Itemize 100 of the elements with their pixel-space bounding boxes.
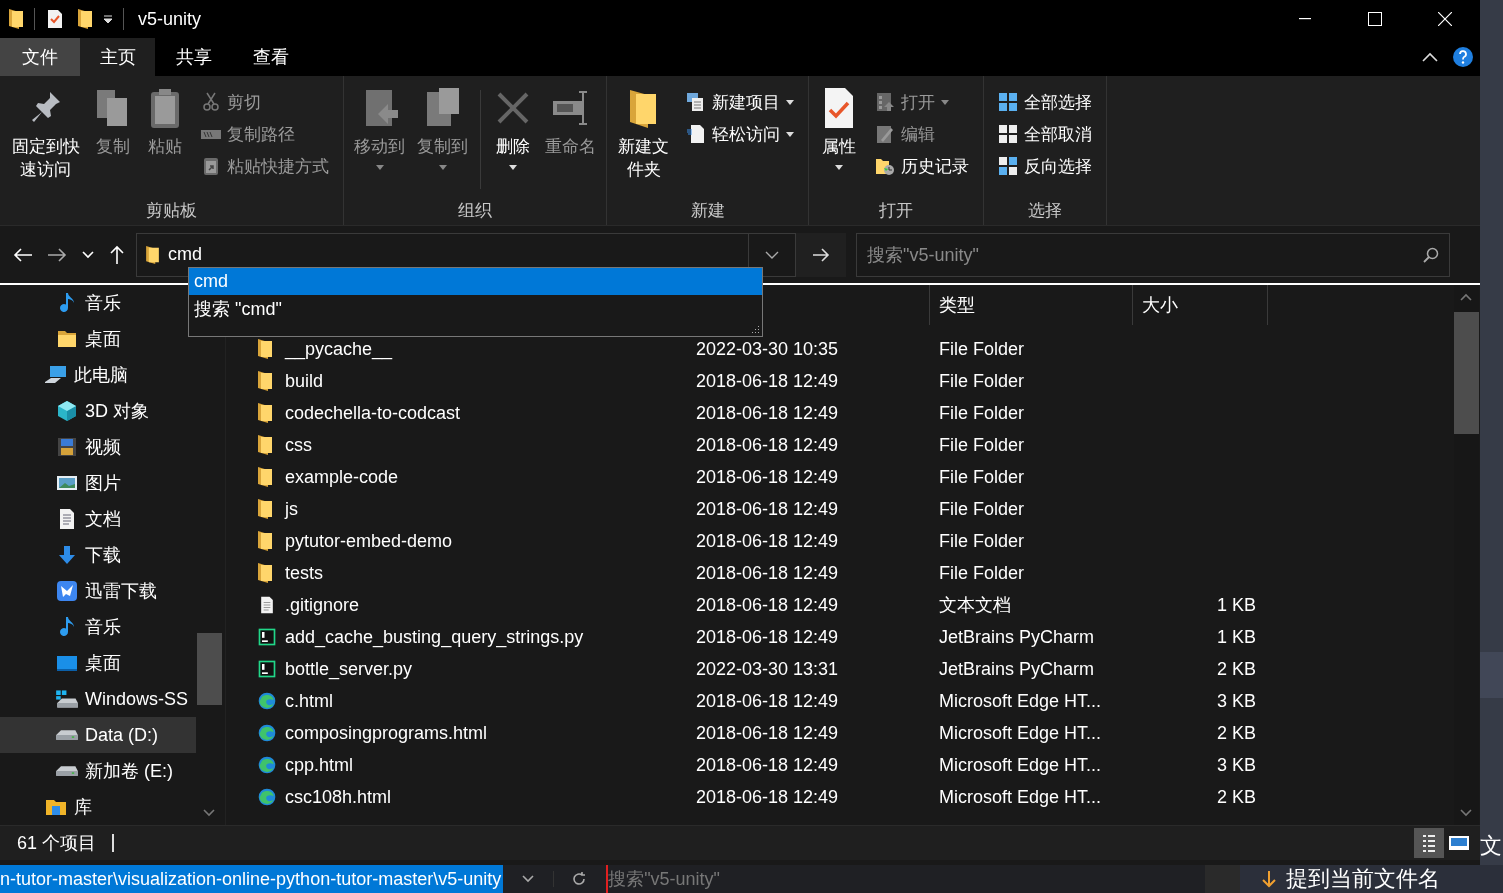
file-name[interactable]: tests [285, 562, 696, 584]
file-name[interactable]: composingprograms.html [285, 722, 696, 744]
file-size: 1 KB [1216, 626, 1256, 647]
folder-icon [257, 370, 273, 392]
file-name[interactable]: css [285, 434, 696, 456]
ribbon-command[interactable]: 轻松访问 [682, 118, 799, 150]
file-name[interactable]: codechella-to-codcast [285, 402, 696, 424]
sidebar-item[interactable]: 下载 [0, 537, 196, 573]
ribbon-tab[interactable]: 主页 [80, 38, 155, 76]
checklist-icon [45, 8, 65, 30]
file-name[interactable]: bottle_server.py [285, 658, 696, 680]
sidebar-item[interactable]: Windows-SS [0, 681, 196, 717]
ribbon-tab[interactable]: 文件 [0, 38, 80, 76]
pycharm-file-icon [257, 658, 277, 680]
chevron-down-icon[interactable] [522, 875, 535, 883]
group-label: 选择 [1027, 199, 1064, 222]
sidebar-item[interactable]: 音乐 [0, 609, 196, 645]
maximize-icon [1368, 12, 1382, 26]
ribbon-command[interactable]: 反向选择 [994, 150, 1097, 182]
search-icon [1423, 246, 1439, 263]
sidebar-item[interactable]: 视频 [0, 429, 196, 465]
ribbon-command[interactable]: 全部取消 [994, 118, 1097, 150]
file-size: 2 KB [1216, 722, 1256, 743]
ribbon-tab[interactable]: 共享 [155, 38, 232, 76]
customize-dropdown-icon[interactable] [103, 15, 113, 23]
file-name[interactable]: csc108h.html [285, 786, 696, 808]
suggestion-item[interactable]: 搜索 "cmd" [189, 295, 762, 322]
ribbon-command[interactable]: 属性 [813, 86, 866, 170]
chevron-down-icon[interactable] [765, 250, 779, 259]
ribbon-tab[interactable]: 查看 [232, 38, 309, 76]
date-modified: 2018-06-18 12:49 [696, 626, 840, 648]
pycharm-file-icon [257, 626, 277, 648]
file-name[interactable]: example-code [285, 466, 696, 488]
resize-grip-icon[interactable] [750, 324, 760, 334]
date-modified: 2018-06-18 12:49 [696, 466, 840, 488]
sidebar-item[interactable]: Data (D:) [0, 717, 196, 753]
file-name[interactable]: add_cache_busting_query_strings.py [285, 626, 696, 648]
sidebar-item[interactable]: 图片 [0, 465, 196, 501]
sidebar-item[interactable]: 桌面 [0, 645, 196, 681]
ribbon-command[interactable]: 固定到快速访问 [4, 86, 88, 182]
scissors-icon [201, 92, 222, 112]
chevron-down-icon [1460, 809, 1472, 817]
file-name[interactable]: .gitignore [285, 594, 696, 616]
refresh-icon[interactable] [571, 871, 588, 887]
date-modified: 2018-06-18 12:49 [696, 562, 840, 584]
sidebar-item[interactable]: 此电脑 [0, 357, 196, 393]
date-modified: 2022-03-30 10:35 [696, 338, 840, 360]
move-to-filename-button[interactable]: 提到当前文件名 [1240, 865, 1503, 893]
ribbon-command[interactable]: 全部选择 [994, 86, 1097, 118]
chevron-down-icon [82, 250, 94, 259]
file-name[interactable]: cpp.html [285, 754, 696, 776]
file-name[interactable]: pytutor-embed-demo [285, 530, 696, 552]
film-icon [55, 435, 79, 459]
file-name[interactable]: c.html [285, 690, 696, 712]
search-field[interactable]: 搜索"v5-unity" [608, 867, 1109, 891]
file-name[interactable]: build [285, 370, 696, 392]
suggestion-item[interactable]: cmd [189, 268, 762, 295]
sidebar-item[interactable]: 3D 对象 [0, 393, 196, 429]
file-name[interactable]: js [285, 498, 696, 520]
ribbon-command[interactable]: 新建文件夹 [611, 86, 677, 182]
sidebar-item[interactable]: 桌面 [0, 321, 196, 357]
file-type: File Folder [939, 530, 1026, 552]
date-modified: 2022-03-30 13:31 [696, 658, 840, 680]
folder-icon [257, 402, 273, 424]
help-icon[interactable] [1452, 46, 1474, 68]
right-arrow-icon [812, 247, 830, 262]
ribbon-command[interactable]: 历史记录 [871, 150, 974, 182]
column-header[interactable]: 大小 [1133, 285, 1268, 325]
sidebar-item[interactable]: 文档 [0, 501, 196, 537]
file-type: File Folder [939, 370, 1026, 392]
document-icon [686, 124, 707, 144]
column-header[interactable]: 类型 [930, 285, 1133, 325]
go-button[interactable] [796, 232, 846, 277]
date-modified: 2018-06-18 12:49 [696, 498, 840, 520]
item-count: 61 个项目 [17, 832, 97, 855]
grid-icon [998, 124, 1019, 144]
search-field[interactable]: 搜索"v5-unity" [856, 232, 1450, 277]
sidebar-item[interactable]: 库 [0, 789, 196, 825]
ribbon-command[interactable]: 删除 [487, 86, 540, 170]
collapse-ribbon-icon[interactable] [1422, 52, 1438, 62]
group-label: 新建 [689, 199, 726, 222]
details-view-button[interactable] [1414, 828, 1444, 858]
path-field[interactable]: n-tutor-master\visualization-online-python-tutor-master\v5-unity [0, 865, 504, 893]
scrollbar-thumb[interactable] [1454, 312, 1479, 434]
file-type: JetBrains PyCharm [939, 658, 1096, 680]
minimize-icon [1299, 18, 1311, 20]
sidebar-item[interactable]: 新加卷 (E:) [0, 753, 196, 789]
scrollbar-thumb[interactable] [197, 633, 222, 705]
forward-arrow-icon [47, 247, 67, 262]
chevron-down-icon [203, 809, 215, 817]
file-name[interactable]: __pycache__ [285, 338, 696, 360]
down-arrow-icon [1262, 870, 1276, 888]
grid-icon [998, 92, 1019, 112]
file-type: Microsoft Edge HT... [939, 786, 1103, 808]
date-modified: 2018-06-18 12:49 [696, 594, 840, 616]
group-label: 组织 [457, 199, 494, 222]
file-size: 2 KB [1216, 786, 1256, 807]
ribbon-command[interactable]: 新建项目 [682, 86, 799, 118]
drive-icon [55, 687, 79, 711]
sidebar-item[interactable]: 迅雷下载 [0, 573, 196, 609]
